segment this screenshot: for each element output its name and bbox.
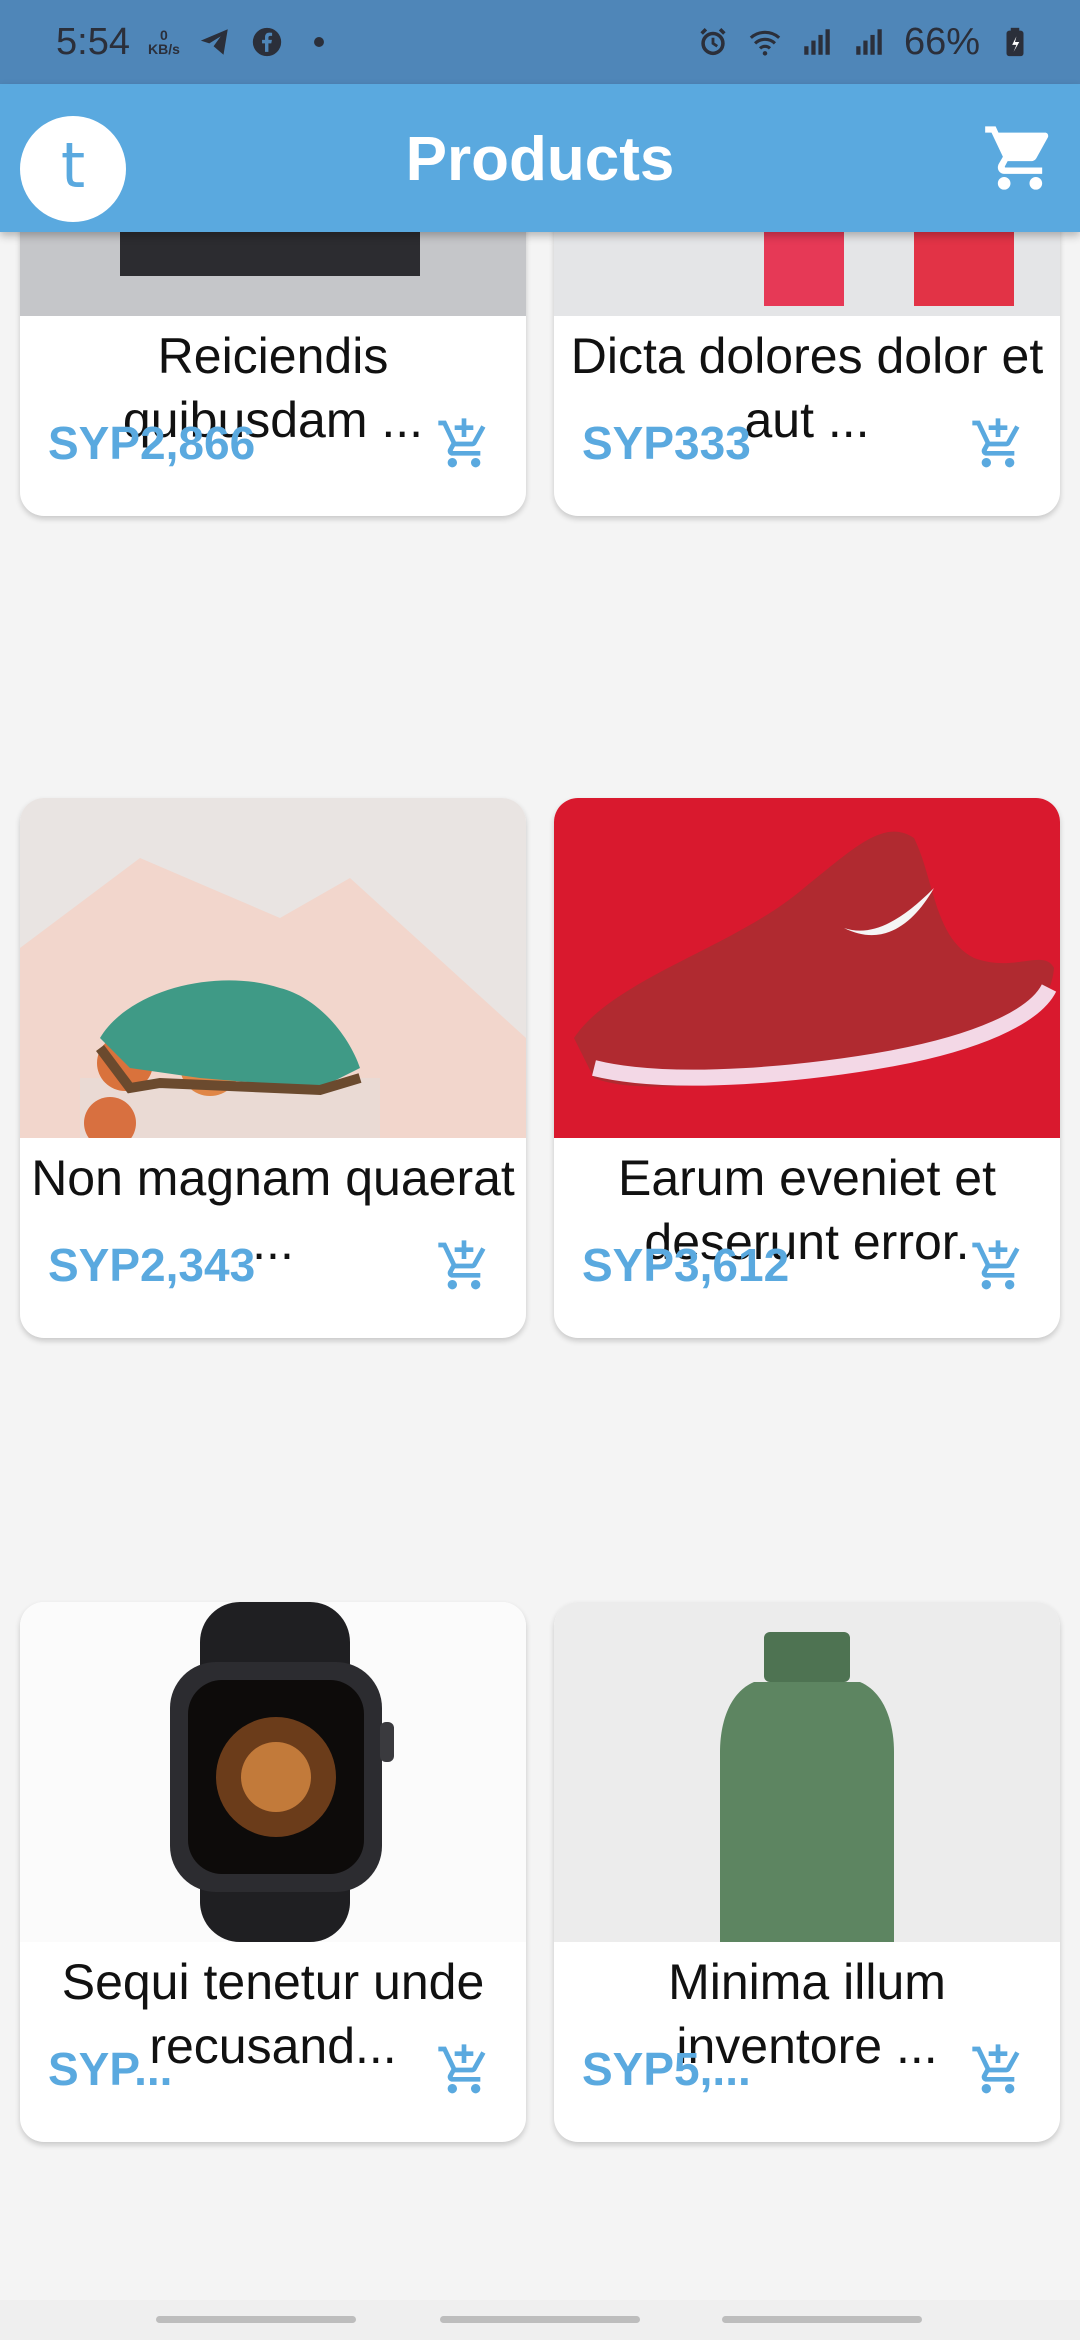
product-image-green-bottle: [554, 1602, 1060, 1942]
network-speed-value: 0: [160, 27, 168, 43]
product-card[interactable]: Reiciendis quibusdam ... SYP2,866: [20, 232, 526, 516]
add-to-cart-icon[interactable]: [436, 2042, 492, 2098]
product-image-green-shoe: [20, 798, 526, 1138]
signal-icon-2: [856, 29, 882, 55]
product-card[interactable]: Sequi tenetur unde recusand... SYP...: [20, 1602, 526, 2142]
product-card[interactable]: Minima illum inventore ... SYP5,...: [554, 1602, 1060, 2142]
product-price: SYP5,...: [582, 2043, 751, 2095]
add-to-cart-icon[interactable]: [970, 416, 1026, 472]
cart-icon[interactable]: [982, 120, 1058, 196]
product-price: SYP333: [582, 417, 751, 469]
signal-icon-1: [804, 29, 830, 55]
product-price: SYP3,612: [582, 1239, 790, 1291]
dot-icon: [313, 37, 324, 47]
product-price: SYP...: [48, 2043, 173, 2095]
product-image-red-sneaker: [554, 798, 1060, 1138]
product-card[interactable]: Non magnam quaerat ... SYP2,343: [20, 798, 526, 1338]
product-grid[interactable]: Reiciendis quibusdam ... SYP2,866 Dicta …: [0, 232, 1080, 2300]
wifi-icon: [749, 30, 781, 56]
product-image-nail-polish: [554, 232, 1060, 316]
product-price: SYP2,866: [48, 417, 256, 469]
product-card[interactable]: Earum eveniet et deserunt error. SYP3,61…: [554, 798, 1060, 1338]
status-bar: 5:54 0 KB/s 66%: [0, 0, 1080, 84]
alarm-icon: [700, 27, 726, 56]
product-image-camera: [20, 232, 526, 316]
nav-back-button[interactable]: [722, 2316, 922, 2323]
network-speed: 0 KB/s: [148, 28, 180, 56]
battery-percent: 66%: [903, 20, 980, 63]
page-title: Products: [405, 125, 675, 194]
nav-home-button[interactable]: [440, 2316, 640, 2323]
status-left: 5:54 0 KB/s: [56, 21, 336, 64]
add-to-cart-icon[interactable]: [970, 1238, 1026, 1294]
product-card[interactable]: Dicta dolores dolor et aut ... SYP333: [554, 232, 1060, 516]
facebook-icon: [252, 27, 282, 57]
status-time: 5:54: [56, 20, 130, 63]
add-to-cart-icon[interactable]: [436, 416, 492, 472]
add-to-cart-icon[interactable]: [436, 1238, 492, 1294]
product-price: SYP2,343: [48, 1239, 256, 1291]
status-right: 66%: [696, 21, 1032, 64]
telegram-icon: [200, 29, 228, 55]
product-image-smart-watch: [20, 1602, 526, 1942]
battery-icon: [1006, 27, 1024, 57]
network-speed-unit: KB/s: [147, 41, 180, 57]
add-to-cart-icon[interactable]: [970, 2042, 1026, 2098]
nav-recent-button[interactable]: [156, 2316, 356, 2323]
app-bar: t Products: [0, 84, 1080, 232]
navigation-bar: [0, 2300, 1080, 2340]
